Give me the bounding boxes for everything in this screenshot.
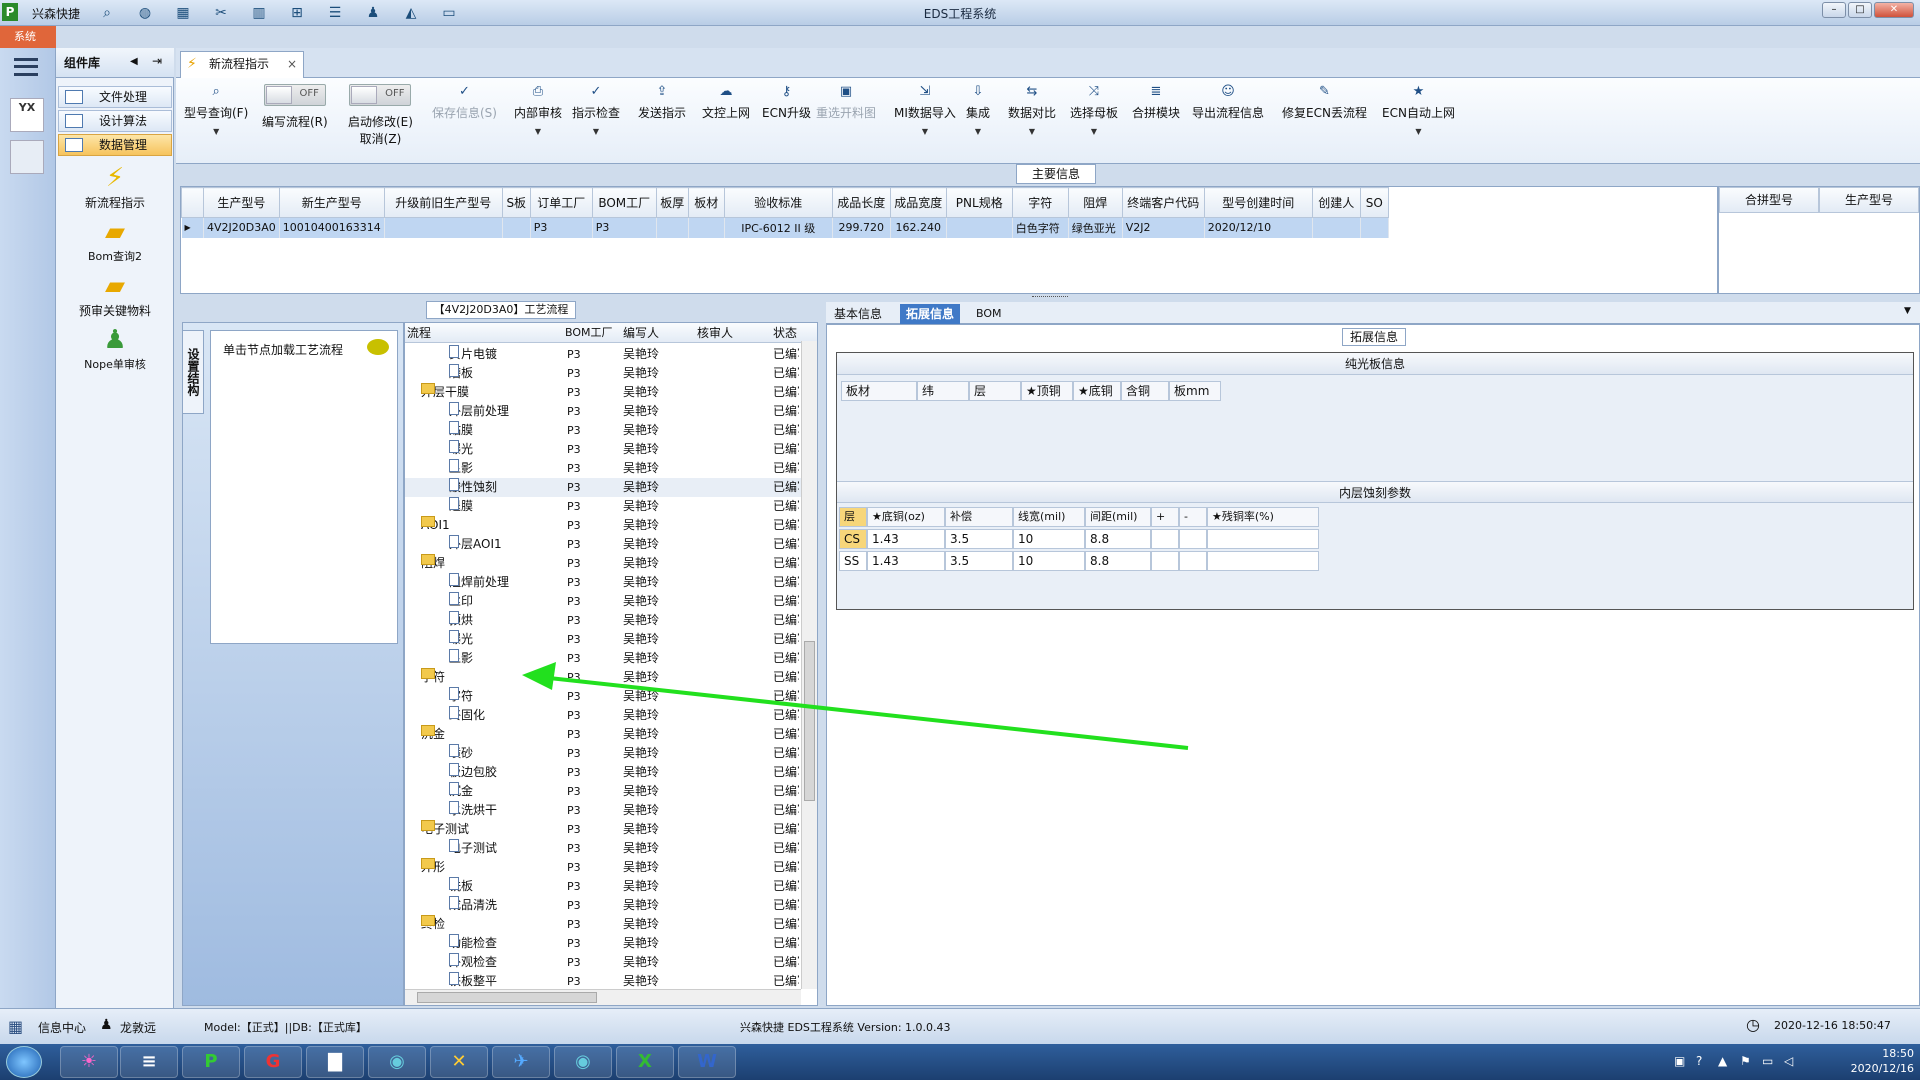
tray-network-icon[interactable]: ▣ <box>1674 1054 1685 1068</box>
arrow-shaft <box>539 675 1189 750</box>
taskbar: ☀ ≡ P G ▇ ◉ ✕ ✈ ◉ X W ▣? ▲ ⚑ ▭ ◁ <box>0 1044 1920 1080</box>
taskbar-app-7[interactable]: ✈ <box>492 1046 550 1078</box>
tray-battery-icon[interactable]: ▭ <box>1762 1054 1773 1068</box>
clock-icon: ◷ <box>1746 1015 1760 1034</box>
status-datetime: 2020-12-16 18:50:47 <box>1774 1019 1891 1032</box>
version-info: 兴森快捷 EDS工程系统 Version: 1.0.0.43 <box>740 1021 951 1034</box>
status-bar: ▦ 信息中心 ♟ 龙敦远 Model:【正式】||DB:【正式库】 兴森快捷 E… <box>0 1008 1920 1044</box>
windows-grid-icon: ▦ <box>8 1017 24 1036</box>
taskbar-app-2[interactable]: P <box>182 1046 240 1078</box>
taskbar-clock[interactable]: 18:50 2020/12/16 <box>1814 1046 1914 1076</box>
taskbar-app-4[interactable]: ▇ <box>306 1046 364 1078</box>
person-icon: ♟ <box>100 1017 113 1033</box>
tray-arrow-icon[interactable]: ▲ <box>1718 1054 1727 1068</box>
taskbar-app-5[interactable]: ◉ <box>368 1046 426 1078</box>
info-center[interactable]: 信息中心 <box>38 1019 86 1036</box>
current-user: 龙敦远 <box>120 1021 157 1035</box>
taskbar-app-0[interactable]: ☀ <box>60 1046 118 1078</box>
taskbar-app-1[interactable]: ≡ <box>120 1046 178 1078</box>
arrow-head <box>522 662 556 690</box>
model-db: Model:【正式】||DB:【正式库】 <box>204 1021 367 1034</box>
taskbar-app-10[interactable]: W <box>678 1046 736 1078</box>
taskbar-app-8[interactable]: ◉ <box>554 1046 612 1078</box>
tray-flag-icon[interactable]: ⚑ <box>1740 1054 1751 1068</box>
taskbar-time: 18:50 <box>1882 1047 1914 1060</box>
tray-help-icon[interactable]: ? <box>1696 1054 1702 1068</box>
taskbar-app-6[interactable]: ✕ <box>430 1046 488 1078</box>
start-button[interactable] <box>6 1046 42 1078</box>
taskbar-app-3[interactable]: G <box>244 1046 302 1078</box>
taskbar-app-9[interactable]: X <box>616 1046 674 1078</box>
annotation-arrow <box>522 662 1189 750</box>
tray-volume-icon[interactable]: ◁ <box>1784 1054 1793 1068</box>
taskbar-date: 2020/12/16 <box>1850 1062 1914 1075</box>
